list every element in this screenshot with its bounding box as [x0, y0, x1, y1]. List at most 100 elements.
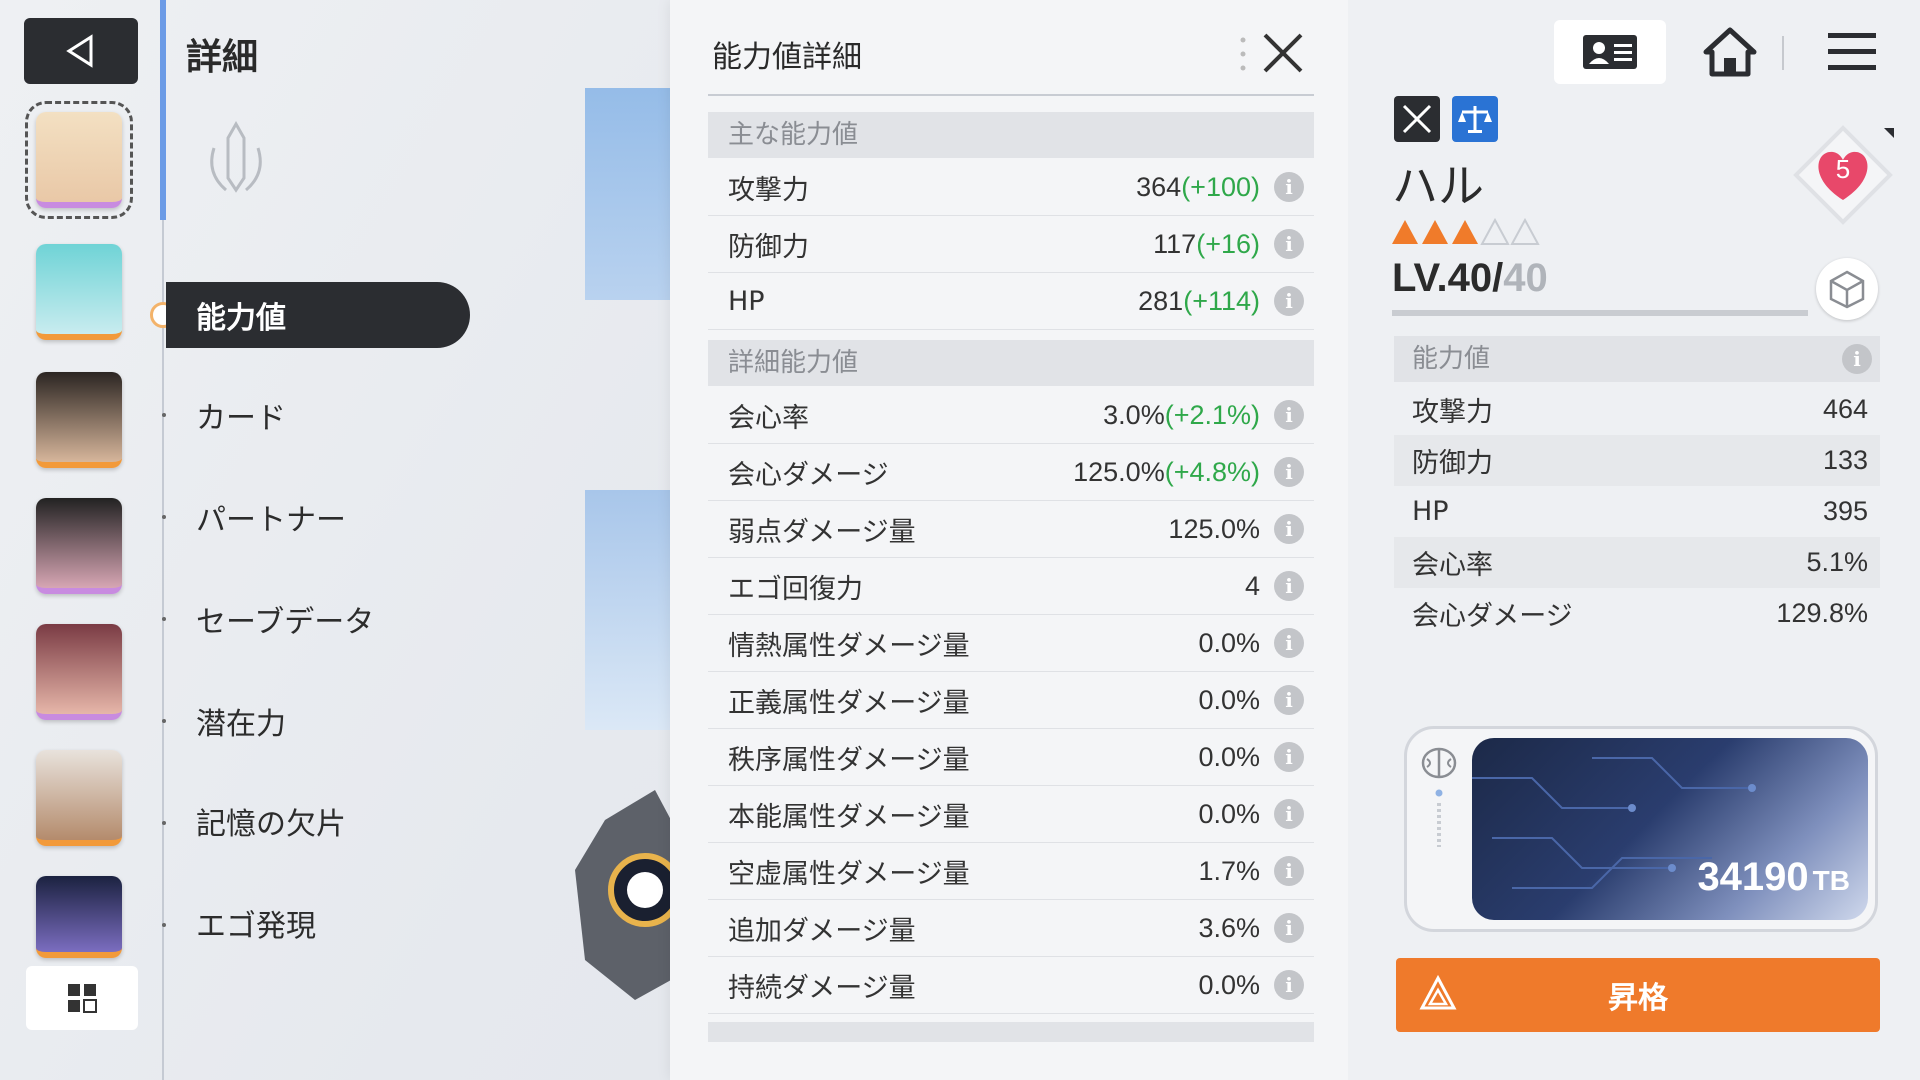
menu-item-label: 記憶の欠片	[196, 807, 346, 842]
menu-item-save-data[interactable]: セーブデータ	[166, 586, 470, 652]
stat-value: 0.0%	[1198, 741, 1260, 772]
stat-detail-panel: 能力値詳細 主な能力値 攻撃力 364 (+100) i 防御力 117 (+1…	[670, 0, 1348, 1080]
stat-value: 125.0%	[1073, 456, 1165, 487]
menu-item-partner[interactable]: パートナー	[166, 484, 470, 550]
grid-icon	[68, 984, 97, 1013]
stat-value: 364	[1136, 171, 1182, 202]
menu-item-stats[interactable]: 能力値	[166, 282, 470, 348]
menu-item-label: セーブデータ	[196, 605, 375, 640]
stat-label: 会心率	[728, 402, 809, 434]
stat-label: 攻撃力	[728, 174, 809, 206]
character-avatar-7[interactable]	[36, 876, 122, 958]
summary-stat-crit-damage: 会心ダメージ 129.8%	[1394, 588, 1880, 639]
grid-view-button[interactable]	[26, 966, 138, 1030]
emblem-icon	[210, 120, 262, 193]
menu-item-memory-fragments[interactable]: 記憶の欠片	[166, 788, 470, 854]
character-avatar-3[interactable]	[36, 372, 122, 468]
character-avatar-4[interactable]	[36, 498, 122, 594]
menu-item-ego[interactable]: エゴ発現	[166, 890, 470, 956]
stat-value: 395	[1822, 496, 1868, 526]
menu-item-potential[interactable]: 潜在力	[166, 688, 470, 754]
info-icon[interactable]: i	[1274, 229, 1304, 259]
info-icon[interactable]: i	[1274, 457, 1304, 487]
character-avatar-5[interactable]	[36, 624, 122, 720]
background-art	[585, 88, 671, 300]
home-icon	[1703, 27, 1757, 77]
promote-button[interactable]: 昇格	[1396, 958, 1880, 1032]
home-button[interactable]	[1688, 20, 1772, 84]
stat-value: 133	[1822, 445, 1868, 475]
sword-icon	[1394, 96, 1440, 142]
info-icon[interactable]: i	[1274, 742, 1304, 772]
stats-section-header: 能力値 i	[1394, 336, 1880, 382]
affinity-badge[interactable]: 5	[1788, 120, 1898, 230]
info-icon[interactable]: i	[1274, 172, 1304, 202]
info-icon[interactable]: i	[1274, 571, 1304, 601]
level-current: LV.40/	[1392, 256, 1504, 300]
affinity-level: 5	[1835, 154, 1851, 184]
menu-item-label: エゴ発現	[196, 909, 316, 944]
stat-label: HP	[1412, 496, 1449, 527]
model-view-button[interactable]	[1816, 258, 1878, 320]
info-icon[interactable]: i	[1274, 286, 1304, 316]
stat-value: 125.0%	[1168, 513, 1260, 544]
drag-handle-icon	[1240, 37, 1246, 71]
toolbar-divider	[1782, 36, 1784, 70]
stat-bonus: (+114)	[1183, 285, 1260, 316]
menu-item-label: 潜在力	[196, 707, 286, 742]
stat-row-instinct-damage: 本能属性ダメージ量 0.0% i	[708, 786, 1314, 843]
stat-row-attack: 攻撃力 364 (+100) i	[708, 159, 1314, 216]
character-panel: ハル LV.40/40 5 能力値 i 攻撃力 464 防御力 133 HP 3…	[1348, 0, 1920, 1080]
close-icon	[1263, 33, 1303, 73]
profile-card-button[interactable]	[1554, 20, 1666, 84]
info-icon[interactable]: i	[1274, 685, 1304, 715]
info-icon[interactable]: i	[1274, 970, 1304, 1000]
back-icon	[66, 34, 93, 68]
stat-row-ego-recovery: エゴ回復力 4 i	[708, 558, 1314, 615]
stat-row-justice-damage: 正義属性ダメージ量 0.0% i	[708, 672, 1314, 729]
stat-bonus: (+4.8%)	[1164, 456, 1260, 487]
section-main-stats: 主な能力値	[708, 112, 1314, 158]
menu-item-label: 能力値	[196, 301, 286, 336]
storage-display[interactable]: 34190 TB	[1472, 738, 1868, 920]
character-avatar-1[interactable]	[25, 101, 133, 219]
stat-value: 117	[1153, 228, 1197, 259]
character-avatar-6[interactable]	[36, 750, 122, 846]
storage-unit: TB	[1812, 865, 1850, 896]
stat-label: 正義属性ダメージ量	[728, 687, 970, 719]
character-avatar-2[interactable]	[36, 244, 122, 340]
storage-value: 34190 TB	[1697, 855, 1850, 900]
stat-value: 3.0%	[1103, 399, 1165, 430]
info-icon[interactable]: i	[1842, 344, 1872, 374]
id-card-icon	[1583, 35, 1637, 69]
info-icon[interactable]: i	[1274, 856, 1304, 886]
info-icon[interactable]: i	[1274, 514, 1304, 544]
back-button[interactable]	[24, 18, 138, 84]
cube-icon	[1829, 270, 1865, 309]
stat-label: 防御力	[1412, 448, 1493, 479]
stat-row-order-damage: 秩序属性ダメージ量 0.0% i	[708, 729, 1314, 786]
stat-row-void-damage: 空虚属性ダメージ量 1.7% i	[708, 843, 1314, 900]
main-menu-button[interactable]	[1812, 20, 1892, 84]
stat-value: 129.8%	[1776, 598, 1868, 628]
promote-label: 昇格	[1608, 981, 1668, 1016]
stat-row-defense: 防御力 117 (+16) i	[708, 216, 1314, 273]
stat-label: 弱点ダメージ量	[728, 516, 916, 548]
stat-label: 会心ダメージ	[1412, 601, 1573, 632]
stat-label: 攻撃力	[1412, 397, 1493, 428]
menu-item-card[interactable]: カード	[166, 382, 470, 448]
info-icon[interactable]: i	[1274, 799, 1304, 829]
stat-row-weak-damage: 弱点ダメージ量 125.0% i	[708, 501, 1314, 558]
summary-stat-hp: HP 395	[1394, 486, 1880, 537]
info-icon[interactable]: i	[1274, 400, 1304, 430]
menu-item-label: パートナー	[196, 503, 346, 538]
close-button[interactable]	[1260, 30, 1306, 76]
stat-label: HP	[728, 285, 765, 317]
stat-row-hp: HP 281 (+114) i	[708, 273, 1314, 330]
scale-icon	[1452, 96, 1498, 142]
menu-icon	[1828, 33, 1876, 70]
section-detail-stats: 詳細能力値	[708, 340, 1314, 386]
stat-value: 281	[1138, 285, 1184, 316]
info-icon[interactable]: i	[1274, 913, 1304, 943]
info-icon[interactable]: i	[1274, 628, 1304, 658]
